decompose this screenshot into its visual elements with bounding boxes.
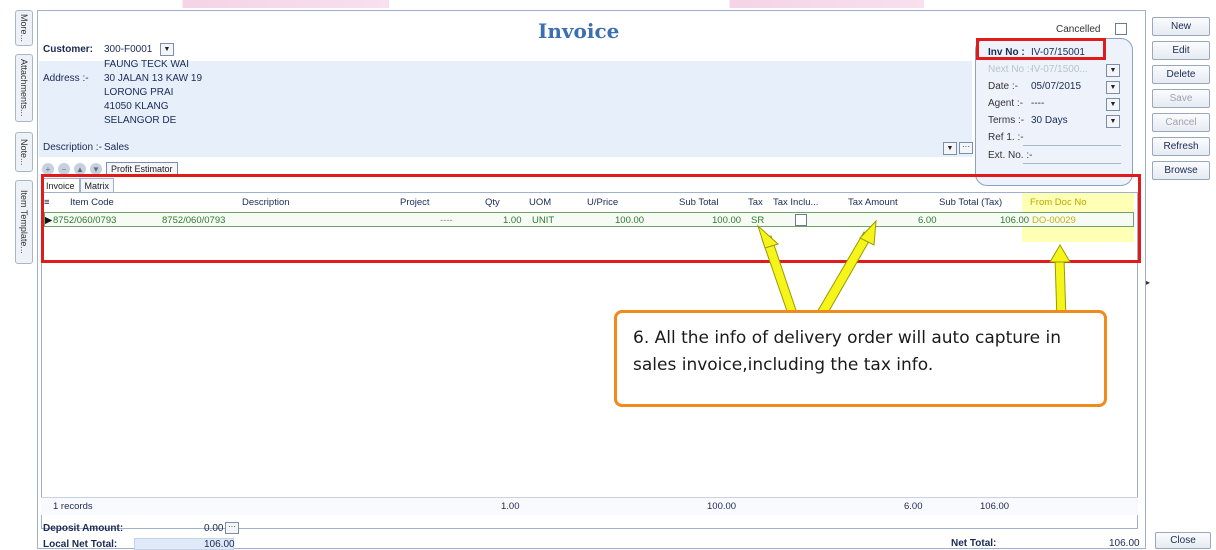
- browse-button[interactable]: Browse: [1152, 161, 1210, 180]
- expand-panel-icon[interactable]: ▸: [1146, 278, 1150, 287]
- cancel-button[interactable]: Cancel: [1152, 113, 1210, 132]
- delete-button[interactable]: Delete: [1152, 65, 1210, 84]
- arrow-head-tax: [756, 224, 779, 249]
- arrow-head-from-doc: [1049, 244, 1071, 263]
- edit-button[interactable]: Edit: [1152, 41, 1210, 60]
- new-button[interactable]: New: [1152, 17, 1210, 36]
- annotation-arrows: [756, 219, 1071, 338]
- close-button[interactable]: Close: [1155, 532, 1211, 549]
- annotation-callout: 6. All the info of delivery order will a…: [614, 310, 1107, 407]
- refresh-button[interactable]: Refresh: [1152, 137, 1210, 156]
- save-button[interactable]: Save: [1152, 89, 1210, 108]
